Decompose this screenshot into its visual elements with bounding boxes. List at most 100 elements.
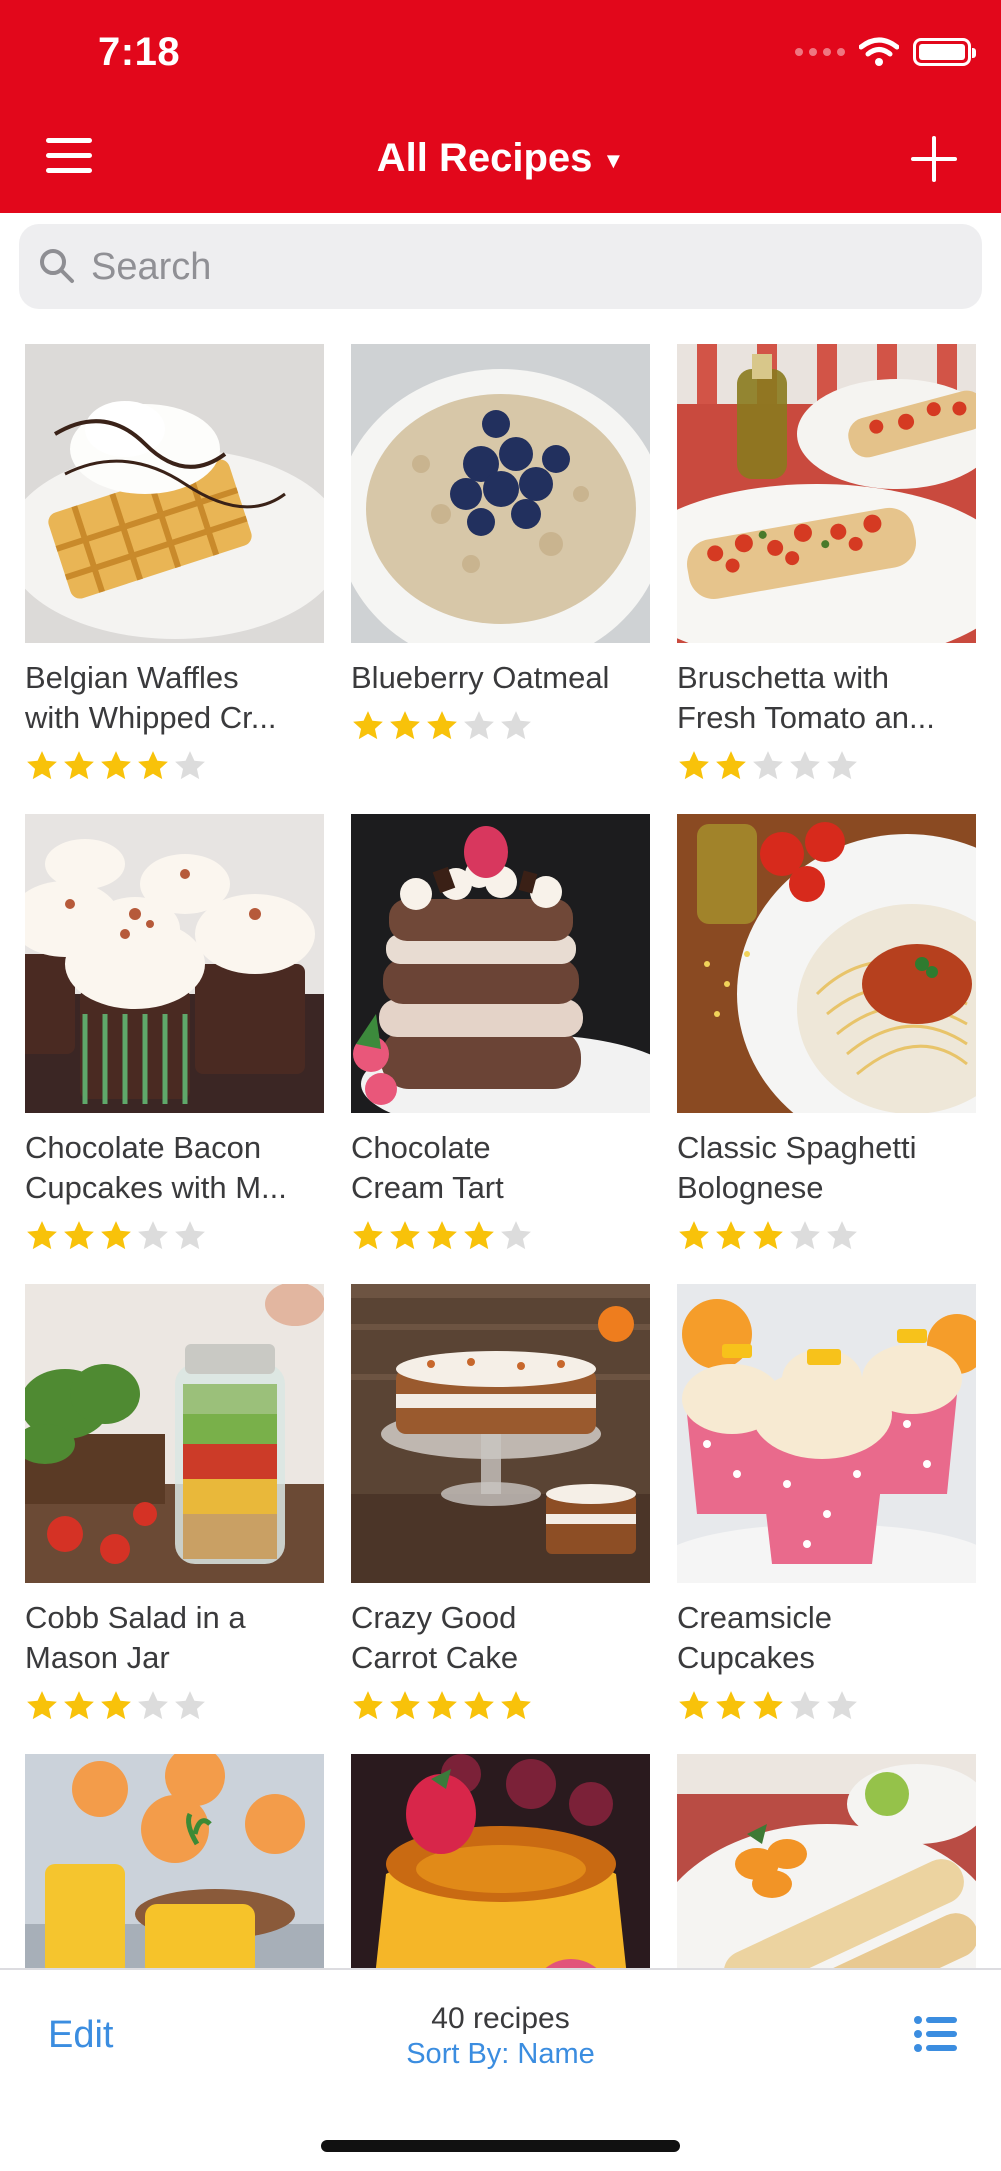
- recipe-photo: [25, 1754, 324, 1968]
- star-filled-icon: [353, 1691, 383, 1720]
- star-empty-icon: [753, 751, 783, 780]
- recipe-card[interactable]: [25, 1754, 324, 1968]
- recipe-name: Creamsicle Cupcakes: [677, 1600, 833, 1675]
- search-bar[interactable]: [19, 224, 982, 311]
- recipe-photo: [677, 1754, 976, 1968]
- star-filled-icon: [390, 711, 420, 740]
- list-view-icon[interactable]: [913, 2014, 957, 2054]
- recipe-photo: [351, 814, 650, 1113]
- star-empty-icon: [138, 1691, 168, 1720]
- recipe-photo: [677, 344, 976, 643]
- star-filled-icon: [716, 1691, 746, 1720]
- star-rating: [25, 1689, 207, 1723]
- recipe-card[interactable]: Bruschetta with Fresh Tomato an...: [677, 344, 976, 804]
- recipe-name: Bruschetta with Fresh Tomato an...: [677, 660, 935, 735]
- star-empty-icon: [827, 1691, 857, 1720]
- star-filled-icon: [64, 751, 94, 780]
- star-filled-icon: [101, 1221, 131, 1250]
- battery-icon: [913, 38, 976, 66]
- star-filled-icon: [64, 1691, 94, 1720]
- star-filled-icon: [679, 1691, 709, 1720]
- recipe-name: Cobb Salad in a Mason Jar: [25, 1600, 246, 1675]
- recipe-name: Chocolate Cream Tart: [351, 1130, 504, 1205]
- nav-title[interactable]: All Recipes ▼: [0, 136, 1001, 181]
- star-filled-icon: [753, 1221, 783, 1250]
- recipe-photo: [25, 1284, 324, 1583]
- star-filled-icon: [427, 711, 457, 740]
- recipe-card[interactable]: Chocolate Bacon Cupcakes with M...: [25, 814, 324, 1274]
- cellular-signal-icon: [795, 48, 845, 56]
- star-filled-icon: [753, 1691, 783, 1720]
- recipe-photo: [677, 814, 976, 1113]
- recipe-photo: [351, 344, 650, 643]
- star-empty-icon: [138, 1221, 168, 1250]
- star-rating: [351, 1689, 533, 1723]
- star-rating: [677, 749, 859, 783]
- search-icon: [40, 249, 74, 283]
- star-filled-icon: [679, 1221, 709, 1250]
- recipe-name: Chocolate Bacon Cupcakes with M...: [25, 1130, 287, 1205]
- star-filled-icon: [64, 1221, 94, 1250]
- recipe-card[interactable]: [351, 1754, 650, 1968]
- star-rating: [677, 1689, 859, 1723]
- home-indicator: [321, 2140, 680, 2152]
- star-filled-icon: [464, 1691, 494, 1720]
- star-filled-icon: [679, 751, 709, 780]
- star-empty-icon: [175, 751, 205, 780]
- search-input[interactable]: [89, 224, 963, 311]
- star-empty-icon: [501, 1221, 531, 1250]
- star-rating: [25, 1219, 207, 1253]
- recipe-photo: [351, 1754, 650, 1968]
- star-empty-icon: [790, 1221, 820, 1250]
- wifi-icon: [859, 37, 899, 66]
- recipe-name: Crazy Good Carrot Cake: [351, 1600, 519, 1675]
- star-filled-icon: [353, 711, 383, 740]
- star-filled-icon: [27, 1691, 57, 1720]
- bottom-toolbar: Edit 40 recipes Sort By: Name: [0, 1968, 1001, 2171]
- star-empty-icon: [175, 1691, 205, 1720]
- nav-bar: 7:18 All Recipes ▼: [0, 0, 1001, 213]
- recipe-photo: [25, 814, 324, 1113]
- nav-title-text: All Recipes: [376, 136, 593, 180]
- star-filled-icon: [716, 751, 746, 780]
- star-rating: [351, 709, 533, 743]
- star-filled-icon: [27, 751, 57, 780]
- recipe-name: Classic Spaghetti Bolognese: [677, 1130, 917, 1205]
- star-filled-icon: [716, 1221, 746, 1250]
- status-icons: [795, 30, 976, 74]
- recipe-photo: [25, 344, 324, 643]
- recipe-card[interactable]: Creamsicle Cupcakes: [677, 1284, 976, 1744]
- chevron-down-icon: ▼: [602, 148, 625, 173]
- star-filled-icon: [390, 1691, 420, 1720]
- star-filled-icon: [27, 1221, 57, 1250]
- star-filled-icon: [353, 1221, 383, 1250]
- star-rating: [351, 1219, 533, 1253]
- sort-button[interactable]: Sort By: Name: [0, 2038, 1001, 2071]
- recipe-card[interactable]: Blueberry Oatmeal: [351, 344, 650, 804]
- star-rating: [25, 749, 207, 783]
- recipe-photo: [677, 1284, 976, 1583]
- star-empty-icon: [827, 751, 857, 780]
- recipe-card[interactable]: Belgian Waffles with Whipped Cr...: [25, 344, 324, 804]
- status-time: 7:18: [98, 30, 181, 74]
- star-filled-icon: [390, 1221, 420, 1250]
- add-recipe-button[interactable]: [911, 136, 957, 182]
- recipe-grid: Belgian Waffles with Whipped Cr... Bluebe…: [0, 344, 1001, 1968]
- recipe-card[interactable]: Crazy Good Carrot Cake: [351, 1284, 650, 1744]
- star-filled-icon: [464, 1221, 494, 1250]
- star-filled-icon: [101, 1691, 131, 1720]
- star-filled-icon: [501, 1691, 531, 1720]
- star-filled-icon: [138, 751, 168, 780]
- star-rating: [677, 1219, 859, 1253]
- star-empty-icon: [464, 711, 494, 740]
- recipe-name: Blueberry Oatmeal: [351, 660, 610, 695]
- star-empty-icon: [790, 751, 820, 780]
- recipe-card[interactable]: Classic Spaghetti Bolognese: [677, 814, 976, 1274]
- star-empty-icon: [175, 1221, 205, 1250]
- recipe-photo: [351, 1284, 650, 1583]
- recipe-card[interactable]: [677, 1754, 976, 1968]
- recipe-count: 40 recipes: [431, 2002, 570, 2035]
- recipe-card[interactable]: Cobb Salad in a Mason Jar: [25, 1284, 324, 1744]
- recipe-card[interactable]: Chocolate Cream Tart: [351, 814, 650, 1274]
- star-filled-icon: [427, 1691, 457, 1720]
